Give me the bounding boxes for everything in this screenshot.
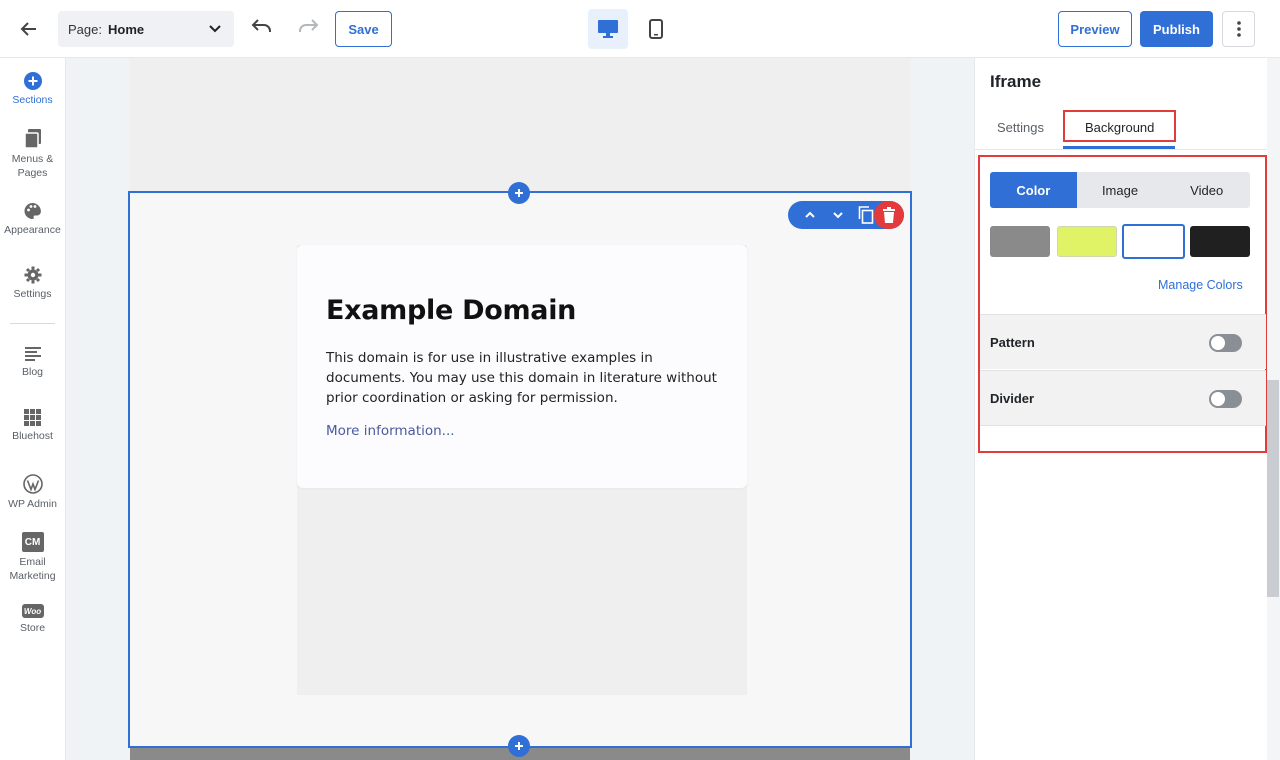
sidebar-item-appearance[interactable]: Appearance [0, 202, 65, 237]
mobile-icon [649, 19, 663, 39]
sidebar-item-store[interactable]: Woo Store [0, 604, 65, 635]
pattern-label: Pattern [990, 335, 1035, 350]
sidebar-item-label: Appearance [4, 224, 61, 236]
desktop-icon [598, 20, 618, 38]
delete-section-button[interactable] [874, 201, 904, 229]
chevron-down-icon [209, 25, 221, 33]
divider-label: Divider [990, 391, 1035, 406]
color-swatch-white[interactable] [1122, 224, 1185, 259]
page-select-value: Home [107, 21, 145, 37]
woo-icon: Woo [21, 604, 44, 618]
plus-icon [515, 742, 523, 750]
top-bar: Page: Home Save Preview Publish [0, 0, 1280, 58]
mobile-view-button[interactable] [638, 9, 674, 49]
more-options-button[interactable] [1222, 11, 1255, 47]
pattern-row: Pattern [980, 314, 1266, 369]
sidebar-item-bluehost[interactable]: Bluehost [0, 409, 65, 443]
sidebar-item-label: Store [19, 622, 46, 634]
pages-icon [23, 129, 41, 149]
arrow-left-icon [20, 22, 36, 36]
undo-button[interactable] [248, 16, 274, 42]
tabs-divider [975, 149, 1267, 150]
sidebar-item-label: Settings [13, 288, 52, 300]
redo-icon [299, 19, 319, 32]
more-information-link[interactable]: More information... [326, 423, 455, 439]
sidebar-item-label: Menus & Pages [11, 153, 54, 179]
panel-scrollbar-thumb[interactable] [1267, 380, 1279, 597]
preview-button[interactable]: Preview [1058, 11, 1132, 47]
highlight-box-tab [1063, 110, 1176, 142]
divider-row: Divider [980, 370, 1266, 425]
options-divider [980, 425, 1266, 426]
undo-icon [251, 19, 271, 32]
sidebar-item-wp-admin[interactable]: WP Admin [0, 474, 65, 511]
sidebar-item-label: Email Marketing [9, 556, 56, 582]
sidebar-item-blog[interactable]: Blog [0, 346, 65, 379]
pattern-toggle[interactable] [1209, 334, 1242, 352]
manage-colors-link[interactable]: Manage Colors [1158, 278, 1243, 292]
sidebar-item-label: Sections [12, 94, 53, 106]
sidebar-divider [10, 323, 55, 324]
selected-section-iframe[interactable]: Example Domain This domain is for use in… [128, 191, 912, 748]
wordpress-icon [22, 474, 43, 494]
cm-icon: CM [21, 532, 44, 552]
add-section-below-button[interactable] [508, 735, 530, 757]
palette-icon [24, 203, 41, 219]
gear-icon [24, 266, 41, 284]
color-swatch-lime[interactable] [1057, 226, 1117, 257]
tab-settings[interactable]: Settings [997, 120, 1044, 135]
properties-panel: Iframe Settings Background Color Image V… [974, 58, 1280, 760]
chevron-up-icon [805, 211, 815, 218]
sidebar-item-menus-pages[interactable]: Menus & Pages [0, 129, 65, 180]
plus-circle-icon [23, 72, 42, 90]
editor-canvas: Example Domain This domain is for use in… [66, 58, 974, 760]
page-select-label: Page: [68, 21, 102, 37]
trash-icon [883, 207, 895, 223]
example-heading: Example Domain [326, 295, 577, 326]
toggle-knob [1211, 336, 1225, 350]
redo-button[interactable] [296, 16, 322, 42]
background-type-selector: Color Image Video [990, 172, 1250, 208]
color-swatch-black[interactable] [1190, 226, 1250, 257]
sidebar-item-email-marketing[interactable]: CM Email Marketing [0, 532, 65, 583]
example-domain-card: Example Domain This domain is for use in… [297, 245, 747, 488]
move-down-button[interactable] [824, 201, 852, 229]
page-select[interactable]: Page: Home [58, 11, 234, 47]
segment-image[interactable]: Image [1077, 172, 1164, 208]
color-swatch-gray[interactable] [990, 226, 1050, 257]
save-button[interactable]: Save [335, 11, 392, 47]
sidebar-item-label: Bluehost [12, 430, 53, 442]
desktop-view-button[interactable] [588, 9, 628, 49]
example-paragraph: This domain is for use in illustrative e… [326, 350, 717, 406]
grid-icon [24, 409, 41, 426]
more-vertical-icon [1236, 21, 1241, 37]
segment-color[interactable]: Color [990, 172, 1077, 208]
publish-button[interactable]: Publish [1140, 11, 1213, 47]
back-button[interactable] [14, 14, 44, 44]
divider-toggle[interactable] [1209, 390, 1242, 408]
sidebar-item-label: Blog [21, 366, 43, 378]
add-section-above-button[interactable] [508, 182, 530, 204]
sidebar-item-settings[interactable]: Settings [0, 266, 65, 301]
toggle-knob [1211, 392, 1225, 406]
blog-icon [24, 347, 41, 361]
left-sidebar: Sections Menus & Pages Appearance Settin… [0, 58, 66, 760]
panel-title: Iframe [990, 72, 1042, 91]
section-toolbar [788, 201, 904, 229]
sidebar-item-sections[interactable]: Sections [0, 72, 65, 107]
segment-video[interactable]: Video [1163, 172, 1250, 208]
move-up-button[interactable] [796, 201, 824, 229]
copy-icon [858, 206, 874, 224]
chevron-down-icon [833, 212, 843, 219]
plus-icon [515, 189, 523, 197]
sidebar-item-label: WP Admin [8, 498, 57, 510]
